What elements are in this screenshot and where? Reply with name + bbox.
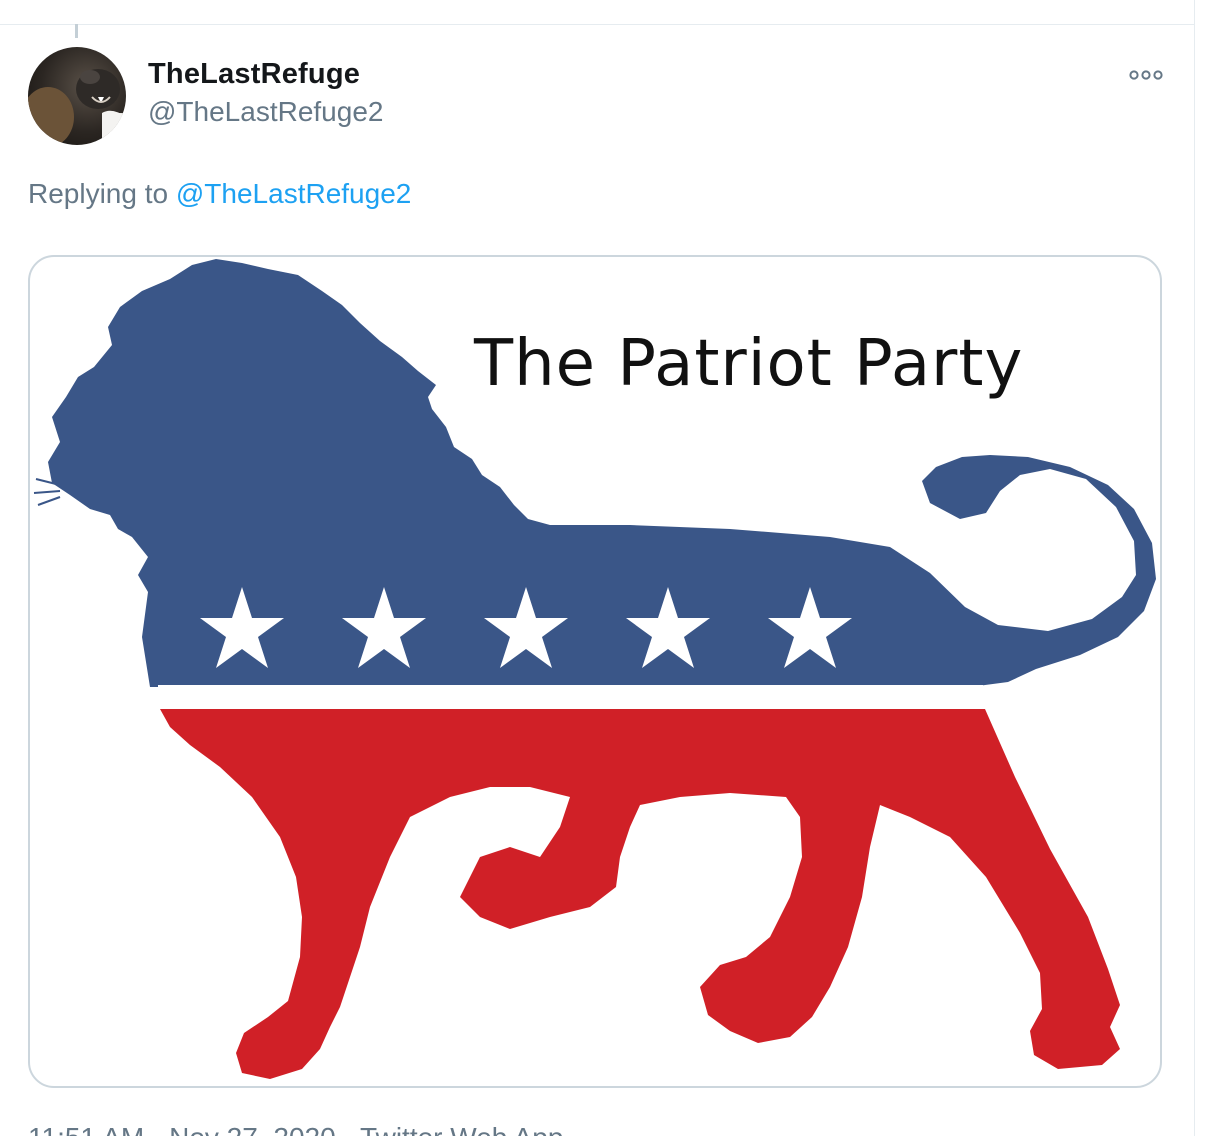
- tweet-image[interactable]: The Patriot Party: [28, 255, 1162, 1088]
- display-name[interactable]: TheLastRefuge: [148, 58, 360, 91]
- replying-mention-link[interactable]: @TheLastRefuge2: [176, 178, 411, 209]
- divider: [0, 24, 1195, 25]
- lion-white-stripe: [158, 685, 983, 707]
- replying-to: Replying to @TheLastRefuge2: [28, 178, 411, 210]
- replying-prefix: Replying to: [28, 178, 169, 209]
- avatar[interactable]: [28, 47, 126, 145]
- column-border: [1194, 0, 1195, 1136]
- more-options-button[interactable]: [1124, 64, 1168, 86]
- user-handle[interactable]: @TheLastRefuge2: [148, 96, 383, 128]
- logo-title: The Patriot Party: [474, 327, 1024, 401]
- thread-connector: [75, 24, 78, 38]
- tweet-page: TheLastRefuge @TheLastRefuge2 Replying t…: [0, 0, 1221, 1136]
- tweet-meta: 11:51 AM · Nov 27, 2020 · Twitter Web Ap…: [28, 1122, 563, 1136]
- more-horizontal-icon: [1129, 70, 1163, 80]
- lion-red-lower: [160, 709, 1120, 1079]
